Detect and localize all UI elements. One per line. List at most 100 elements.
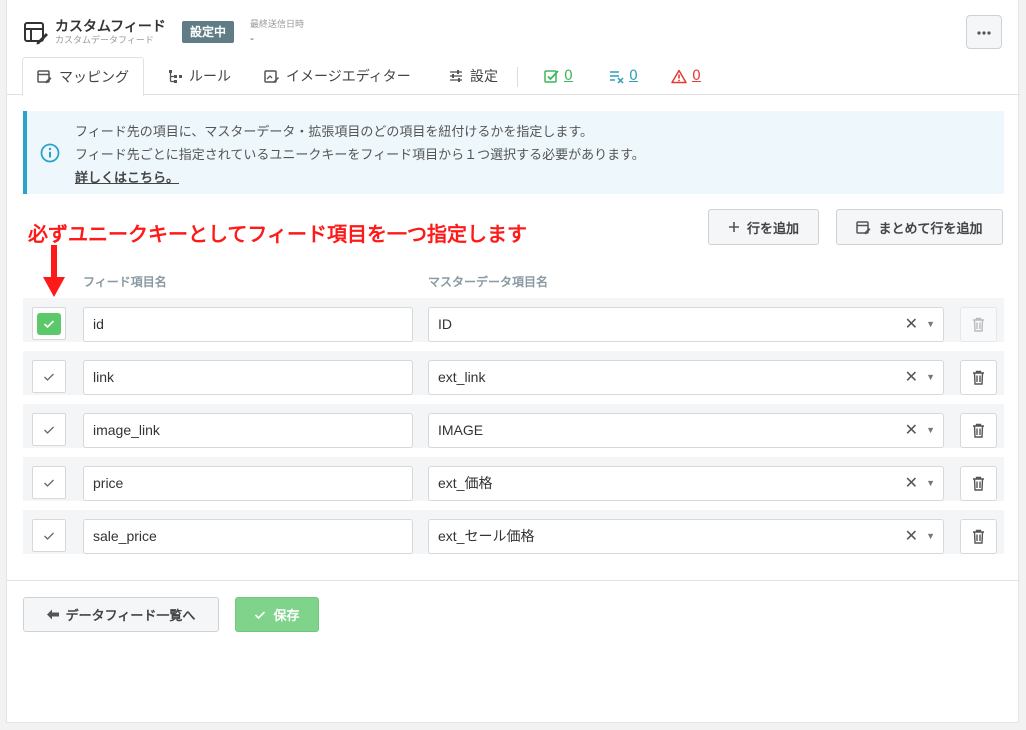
- chevron-down-icon[interactable]: ▼: [926, 467, 935, 500]
- mapping-row: price ext_価格 ✕ ▼: [23, 457, 1004, 501]
- delete-row-button[interactable]: [960, 307, 997, 342]
- master-item-select[interactable]: ext_価格 ✕ ▼: [428, 466, 944, 501]
- unique-key-checkbox[interactable]: [32, 519, 66, 552]
- chevron-down-icon[interactable]: ▼: [926, 414, 935, 447]
- delete-row-button[interactable]: [960, 466, 997, 501]
- feed-item-input[interactable]: id: [83, 307, 413, 342]
- info-text-line2: フィード先ごとに指定されているユニークキーをフィード項目から１つ選択する必要があ…: [75, 148, 645, 163]
- warning-count-link[interactable]: 0: [671, 57, 701, 95]
- checkbox-fill: [37, 419, 61, 441]
- feed-item-input[interactable]: price: [83, 466, 413, 501]
- check-icon: [44, 532, 54, 540]
- master-item-value: IMAGE: [438, 422, 484, 438]
- tab-label: マッピング: [59, 69, 129, 86]
- annotation-arrow-icon: [43, 245, 65, 297]
- check-icon: [44, 373, 54, 381]
- mapping-row: id ID ✕ ▼: [23, 298, 1004, 342]
- tab-mapping[interactable]: マッピング: [22, 57, 144, 96]
- feed-item-input[interactable]: image_link: [83, 413, 413, 448]
- more-options-button[interactable]: [966, 15, 1002, 49]
- save-button[interactable]: 保存: [235, 597, 319, 632]
- mapping-icon: [37, 70, 52, 84]
- master-item-select[interactable]: ID ✕ ▼: [428, 307, 944, 342]
- learn-more-link[interactable]: 詳しくはこちら。: [75, 167, 179, 186]
- image-editor-icon: [264, 69, 279, 83]
- unique-key-checkbox[interactable]: [32, 466, 66, 499]
- more-horizontal-icon: [977, 31, 991, 35]
- rule-tree-icon: [169, 70, 182, 83]
- tab-label: 設定: [470, 69, 498, 85]
- master-item-value: ext_セール価格: [438, 528, 535, 544]
- warning-icon: [671, 69, 687, 83]
- tab-image-editor[interactable]: イメージエディター: [250, 57, 425, 95]
- clear-icon[interactable]: ✕: [905, 414, 918, 447]
- clear-icon[interactable]: ✕: [905, 308, 918, 341]
- master-item-value: ext_link: [438, 369, 486, 385]
- checkbox-fill: [37, 525, 61, 547]
- checkbox-fill: [37, 312, 61, 335]
- clear-icon[interactable]: ✕: [905, 467, 918, 500]
- trash-icon: [973, 317, 984, 332]
- chevron-down-icon[interactable]: ▼: [926, 361, 935, 394]
- checkbox-fill: [37, 366, 61, 388]
- warning-count: 0: [692, 68, 701, 84]
- mapping-row: image_link IMAGE ✕ ▼: [23, 404, 1004, 448]
- save-button-label: 保存: [273, 609, 300, 624]
- annotation-text: 必ずユニークキーとしてフィード項目を一つ指定します: [28, 222, 527, 246]
- master-item-value: ID: [438, 316, 452, 332]
- feed-item-input[interactable]: sale_price: [83, 519, 413, 554]
- arrow-left-icon: [46, 609, 59, 620]
- valid-count-link[interactable]: 0: [544, 57, 573, 95]
- tab-label: イメージエディター: [286, 69, 411, 85]
- check-icon: [44, 479, 54, 487]
- custom-feed-icon: [24, 22, 48, 45]
- status-badge: 設定中: [182, 21, 234, 43]
- settings-sliders-icon: [450, 70, 462, 82]
- trash-icon: [973, 476, 984, 491]
- add-row-label: 行を追加: [746, 221, 799, 237]
- back-button-label: データフィード一覧へ: [65, 609, 196, 624]
- check-badge-icon: [544, 69, 559, 83]
- add-row-button[interactable]: 行を追加: [708, 209, 819, 245]
- info-banner: フィード先の項目に、マスターデータ・拡張項目のどの項目を紐付けるかを指定します。…: [23, 111, 1004, 194]
- check-icon: [44, 426, 54, 434]
- delete-row-button[interactable]: [960, 360, 997, 395]
- page-subtitle: カスタムデータフィード: [55, 36, 154, 46]
- feed-settings-card: カスタムフィード カスタムデータフィード 設定中 最終送信日時 - マッピング …: [6, 0, 1020, 723]
- info-text-line1: フィード先の項目に、マスターデータ・拡張項目のどの項目を紐付けるかを指定します。: [75, 125, 594, 140]
- chevron-down-icon[interactable]: ▼: [926, 520, 935, 553]
- plus-icon: [728, 222, 739, 232]
- tab-divider: [517, 67, 518, 87]
- excluded-list-icon: [610, 70, 624, 84]
- tab-settings[interactable]: 設定: [435, 57, 512, 95]
- master-item-select[interactable]: IMAGE ✕ ▼: [428, 413, 944, 448]
- trash-icon: [973, 423, 984, 438]
- bulk-add-row-button[interactable]: まとめて行を追加: [836, 209, 1003, 245]
- delete-row-button[interactable]: [960, 413, 997, 448]
- back-to-feed-list-button[interactable]: データフィード一覧へ: [23, 597, 219, 632]
- unique-key-checkbox[interactable]: [32, 413, 66, 446]
- unique-key-checkbox[interactable]: [32, 307, 66, 340]
- tab-rules[interactable]: ルール: [154, 57, 245, 95]
- unique-key-checkbox[interactable]: [32, 360, 66, 393]
- bulk-add-row-label: まとめて行を追加: [878, 221, 983, 237]
- checkbox-fill: [37, 472, 61, 494]
- master-item-value: ext_価格: [438, 475, 493, 491]
- master-item-select[interactable]: ext_link ✕ ▼: [428, 360, 944, 395]
- chevron-down-icon[interactable]: ▼: [926, 308, 935, 341]
- feed-item-input[interactable]: link: [83, 360, 413, 395]
- trash-icon: [973, 529, 984, 544]
- excluded-count: 0: [629, 68, 638, 84]
- last-sent-value: -: [250, 32, 254, 45]
- delete-row-button[interactable]: [960, 519, 997, 554]
- mapping-row: sale_price ext_セール価格 ✕ ▼: [23, 510, 1004, 554]
- excluded-count-link[interactable]: 0: [609, 57, 638, 95]
- trash-icon: [973, 370, 984, 385]
- tab-label: ルール: [189, 69, 231, 85]
- master-item-select[interactable]: ext_セール価格 ✕ ▼: [428, 519, 944, 554]
- last-sent-label: 最終送信日時: [250, 20, 305, 30]
- bulk-add-icon: [856, 220, 871, 234]
- clear-icon[interactable]: ✕: [905, 520, 918, 553]
- check-icon: [255, 610, 266, 619]
- clear-icon[interactable]: ✕: [905, 361, 918, 394]
